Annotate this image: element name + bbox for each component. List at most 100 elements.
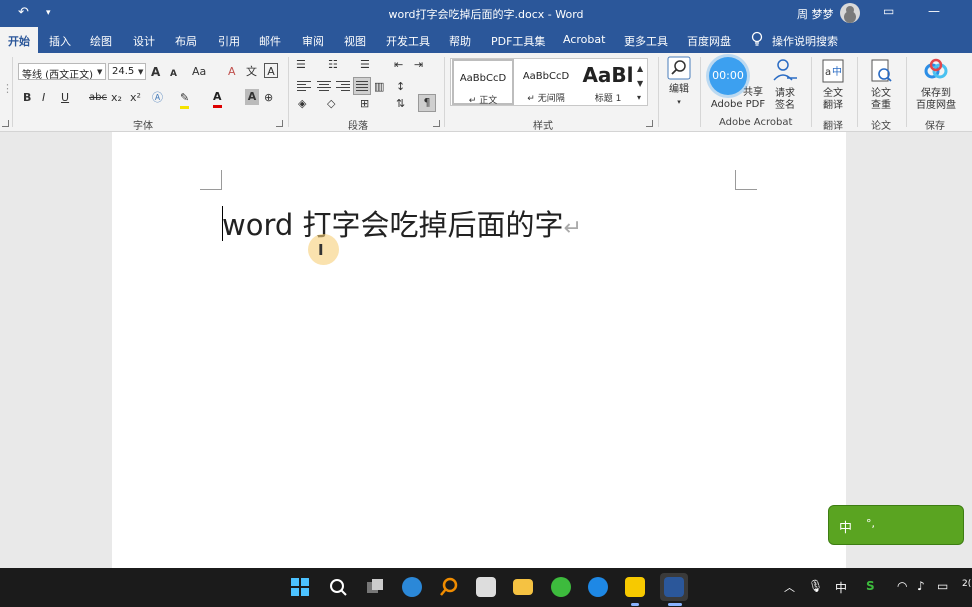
tab-mailings[interactable]: 邮件 [259, 33, 281, 49]
superscript-button[interactable]: x² [130, 90, 141, 106]
ime-mode[interactable]: 中 [839, 517, 852, 536]
tab-developer[interactable]: 开发工具 [386, 33, 430, 49]
k-app-icon[interactable] [588, 577, 608, 597]
font-launcher-icon[interactable] [276, 120, 283, 127]
volume-icon[interactable]: ♪ [917, 579, 925, 593]
styles-more-icon[interactable]: ▾ [637, 90, 641, 106]
tray-overflow-icon[interactable]: ︿ [784, 579, 795, 595]
underline-button[interactable]: U [61, 90, 69, 106]
tab-pdf-tools[interactable]: PDF工具集 [491, 33, 545, 49]
tell-me-search[interactable]: 操作说明搜索 [772, 33, 838, 49]
phonetic-guide-icon[interactable]: 文 [246, 64, 257, 80]
align-center-icon[interactable] [317, 80, 331, 92]
avatar[interactable] [840, 3, 860, 23]
title-bar: ↶ ▾ word打字会吃掉后面的字.docx - Word 周 梦梦 ▭ — [0, 0, 972, 27]
sticky-notes-icon[interactable] [625, 577, 645, 597]
multilevel-list-icon[interactable]: ☰ [360, 57, 370, 73]
document-paragraph[interactable]: word 打字会吃掉后面的字↵ [222, 202, 582, 244]
increase-indent-icon[interactable]: ⇥ [414, 57, 423, 73]
group-separator [811, 57, 812, 127]
style-no-spacing[interactable]: AaBbCcD ↵ 无间隔 [515, 59, 577, 105]
styles-scroll-up-icon[interactable]: ▲ [637, 61, 643, 77]
strikethrough-button[interactable]: abc [89, 90, 107, 106]
full-text-translate-button[interactable]: a 中 全文 翻译 [818, 58, 848, 112]
chinese-layout-icon[interactable]: ◈ [298, 96, 306, 112]
tab-draw[interactable]: 绘图 [90, 33, 112, 49]
change-case-button[interactable]: Aa [192, 64, 206, 80]
tab-layout[interactable]: 布局 [175, 33, 197, 49]
char-border-icon[interactable]: A [264, 63, 278, 78]
bullets-icon[interactable]: ☰ [296, 57, 306, 73]
tab-design[interactable]: 设计 [133, 33, 155, 49]
wifi-icon[interactable]: ◠ [897, 579, 907, 593]
style-preview: AaBl [582, 63, 634, 87]
subscript-button[interactable]: x₂ [111, 90, 122, 106]
bold-button[interactable]: B [23, 90, 31, 106]
paper-check-button[interactable]: 论文 查重 [866, 58, 896, 112]
tab-view[interactable]: 视图 [344, 33, 366, 49]
word-icon[interactable] [664, 577, 684, 597]
distributed-icon[interactable]: ▥ [374, 79, 384, 95]
italic-button[interactable]: I [42, 90, 45, 106]
paragraph-launcher-icon[interactable] [433, 120, 440, 127]
store-icon[interactable] [476, 577, 496, 597]
ribbon-display-icon[interactable]: ▭ [883, 4, 894, 18]
justify-icon[interactable] [353, 77, 371, 95]
tray-clock[interactable]: 2( [962, 579, 971, 589]
align-right-icon[interactable] [336, 80, 350, 92]
ime-toolbar[interactable]: 中 °, [828, 505, 964, 545]
tray-language[interactable]: 中 [835, 579, 847, 596]
tab-review[interactable]: 审阅 [302, 33, 324, 49]
editing-button[interactable]: 编辑 ▾ [666, 56, 692, 108]
align-left-icon[interactable] [297, 80, 311, 92]
shrink-font-button[interactable]: A [170, 66, 177, 82]
search-icon[interactable] [328, 577, 348, 597]
tab-baidu-netdisk[interactable]: 百度网盘 [687, 33, 731, 49]
show-marks-icon[interactable]: ¶ [418, 94, 436, 112]
text-effects-icon[interactable]: Ⓐ [152, 90, 163, 106]
line-spacing-icon[interactable]: ↕ [396, 79, 405, 95]
style-heading-1[interactable]: AaBl 标题 1 [577, 59, 639, 105]
clipboard-collapsed-icon[interactable]: ⋮ [2, 81, 13, 97]
highlight-color-icon[interactable]: ✎ [180, 90, 190, 109]
font-name-dropdown-icon[interactable]: ▼ [97, 64, 102, 80]
numbering-icon[interactable]: ☷ [328, 57, 338, 73]
battery-icon[interactable]: ▭ [937, 579, 948, 593]
sort-icon[interactable]: ⇅ [396, 96, 405, 112]
font-group-label: 字体 [133, 121, 153, 132]
browser-icon[interactable] [551, 577, 571, 597]
minimize-icon[interactable]: — [928, 4, 940, 18]
clear-format-button[interactable]: A [228, 64, 236, 80]
borders-icon[interactable]: ⊞ [360, 96, 369, 112]
tab-home[interactable]: 开始 [0, 27, 38, 53]
tab-insert[interactable]: 插入 [49, 33, 71, 49]
file-explorer-icon[interactable] [513, 579, 533, 595]
save-to-baidu-button[interactable]: 保存到 百度网盘 [912, 58, 960, 112]
decrease-indent-icon[interactable]: ⇤ [394, 57, 403, 73]
font-size-dropdown-icon[interactable]: ▼ [138, 64, 143, 80]
orange-search-app-icon[interactable] [439, 577, 459, 597]
recording-timer[interactable]: 00:00 [709, 57, 747, 95]
shading-icon[interactable]: ◇ [327, 96, 335, 112]
microphone-icon[interactable]: 🎙 [808, 579, 823, 593]
char-shading-button[interactable]: A [245, 89, 259, 105]
edge-icon[interactable] [402, 577, 422, 597]
tab-references[interactable]: 引用 [218, 33, 240, 49]
enclose-char-icon[interactable]: ⊕ [264, 90, 273, 106]
tab-help[interactable]: 帮助 [449, 33, 471, 49]
font-name-select[interactable]: 等线 (西文正文) [18, 63, 106, 80]
windows-start-icon[interactable] [290, 577, 310, 597]
grow-font-button[interactable]: A [151, 64, 160, 80]
user-name[interactable]: 周 梦梦 [797, 6, 834, 22]
font-color-button[interactable]: A [213, 89, 222, 108]
tray-app-icon[interactable]: S [866, 579, 875, 593]
request-signature-button[interactable]: 请求 签名 [770, 56, 800, 112]
ime-punct[interactable]: °, [866, 517, 875, 530]
styles-launcher-icon[interactable] [646, 120, 653, 127]
document-page[interactable] [112, 132, 846, 568]
tab-more-tools[interactable]: 更多工具 [624, 33, 668, 49]
style-normal[interactable]: AaBbCcD ↵ 正文 [452, 59, 514, 106]
task-view-icon[interactable] [365, 577, 385, 597]
clipboard-launcher-icon[interactable] [2, 120, 9, 127]
tab-acrobat[interactable]: Acrobat [563, 33, 605, 46]
